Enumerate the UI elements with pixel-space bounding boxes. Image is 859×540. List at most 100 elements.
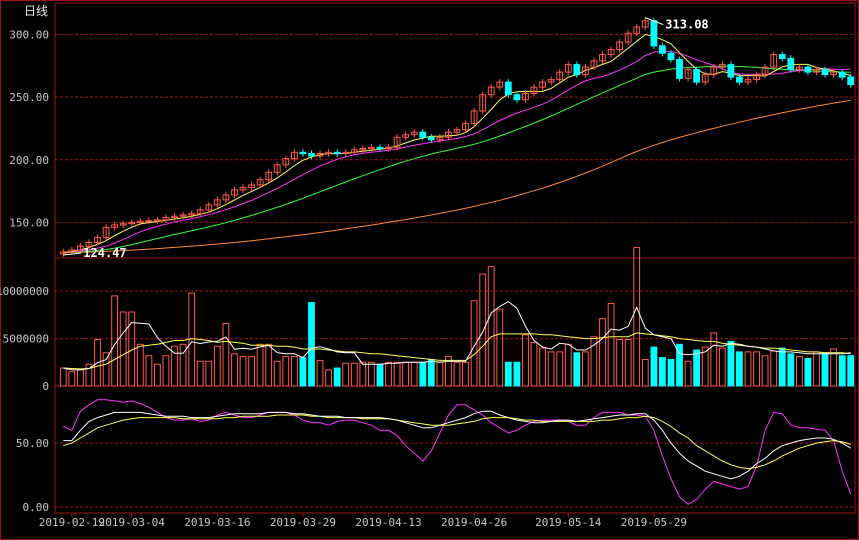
- volume-bar: [359, 361, 367, 387]
- volume-bar: [761, 355, 769, 387]
- volume-tick-label: 5000000: [3, 333, 49, 346]
- y-axis-ticks: 300.00 250.00 200.00 150.00 10000000 5000000 0…: [0, 29, 49, 514]
- volume-bar: [265, 343, 273, 387]
- candle-body: [838, 71, 846, 78]
- volume-bar: [154, 363, 161, 387]
- stock-chart[interactable]: 300.00 250.00 200.00 150.00 10000000 5000000 0…: [0, 0, 859, 540]
- volume-bar: [427, 359, 435, 387]
- volume-bar: [838, 355, 846, 387]
- volume-bar: [787, 353, 795, 387]
- volume-tick-label: 0: [42, 380, 49, 393]
- chart-title: 日线: [24, 4, 48, 18]
- volume-bar: [385, 361, 392, 387]
- volume-bar: [325, 369, 333, 387]
- volume-bars[interactable]: [59, 247, 855, 387]
- candle-body: [154, 219, 161, 222]
- x-tick-label: 2019-03-16: [184, 516, 250, 529]
- candle-body: [736, 76, 743, 83]
- volume-bar: [770, 350, 778, 387]
- volume-bar: [564, 343, 572, 387]
- volume-bar: [701, 346, 709, 387]
- panel-frames: [0, 0, 859, 540]
- grid-lines: [55, 34, 855, 508]
- volume-bar: [205, 360, 213, 387]
- outer-border: [0, 0, 859, 540]
- candle-body: [821, 69, 829, 76]
- volume-bar: [496, 308, 504, 387]
- chart-stage: 300.00 250.00 200.00 150.00 10000000 5000000 0…: [0, 0, 859, 540]
- volume-bar: [667, 359, 675, 387]
- volume-bar: [504, 361, 512, 387]
- candle-body: [299, 151, 307, 155]
- max-price-label: 313.08: [665, 18, 708, 32]
- volume-bar: [410, 361, 418, 387]
- volume-bar: [196, 360, 204, 387]
- candle-body: [804, 66, 812, 73]
- volume-bar: [633, 247, 641, 387]
- volume-bar: [462, 361, 469, 387]
- volume-bar: [693, 349, 701, 387]
- volume-bar: [582, 351, 589, 387]
- volume-bar: [641, 359, 649, 387]
- x-axis-ticks: 2019-02-192019-03-04 2019-03-16 2019-03-29…: [39, 513, 687, 529]
- min-price-label: 124.47: [83, 246, 126, 260]
- volume-bar: [316, 359, 324, 387]
- volume-bar: [393, 361, 401, 387]
- volume-bar: [419, 361, 427, 387]
- volume-bar: [342, 362, 350, 387]
- volume-bar: [718, 347, 726, 387]
- indicator-tick-label: 0.00: [23, 501, 50, 514]
- volume-bar: [213, 345, 221, 387]
- volume-bar: [77, 369, 84, 387]
- x-tick-label: 2019-04-26: [441, 516, 507, 529]
- volume-tick-label: 10000000: [0, 285, 49, 298]
- volume-bar: [376, 363, 384, 387]
- volume-bar: [804, 358, 812, 387]
- candle-body: [693, 69, 701, 83]
- candle-body: [513, 94, 521, 101]
- volume-bar: [513, 361, 521, 387]
- candle-body: [427, 136, 435, 141]
- volume-bar: [162, 355, 170, 387]
- indicator-line-yellow: [63, 414, 851, 470]
- volume-bar: [239, 356, 247, 387]
- candle-body: [650, 20, 658, 47]
- volume-bar: [684, 360, 692, 387]
- volume-bar: [256, 343, 264, 387]
- volume-bar: [402, 361, 410, 387]
- candle-body: [573, 64, 581, 76]
- price-tick-label: 250.00: [9, 91, 49, 104]
- price-annotations: 313.08 124.47: [63, 17, 709, 260]
- x-tick-label: 2019-03-29: [270, 516, 336, 529]
- indicator-line-magenta: [63, 399, 852, 506]
- volume-bar: [599, 318, 606, 387]
- candle-body: [787, 57, 795, 71]
- x-tick-label: 2019-04-13: [355, 516, 421, 529]
- candle-body: [419, 131, 427, 138]
- volume-bar: [744, 351, 752, 387]
- volume-bar: [350, 362, 358, 387]
- candle-body: [145, 220, 153, 223]
- volume-bar: [222, 322, 230, 387]
- candle-body: [667, 52, 675, 61]
- volume-bar: [299, 357, 307, 387]
- candle-body: [847, 76, 855, 86]
- volume-bar: [59, 367, 67, 387]
- volume-bar: [145, 355, 153, 387]
- volume-bar: [273, 360, 281, 387]
- volume-bar: [522, 334, 529, 387]
- candle-body: [308, 153, 315, 157]
- volume-bar: [830, 348, 838, 387]
- price-tick-label: 150.00: [9, 216, 49, 229]
- panel-frame-1: [54, 257, 856, 387]
- volume-bar: [333, 367, 341, 387]
- price-tick-label: 300.00: [9, 29, 49, 42]
- volume-bar: [573, 352, 581, 387]
- x-tick-label: 2019-05-14: [535, 516, 602, 529]
- candle-body: [504, 81, 512, 96]
- candle-body: [659, 45, 666, 54]
- volume-bar: [813, 351, 820, 387]
- volume-bar: [368, 361, 375, 387]
- volume-bar: [650, 346, 658, 387]
- volume-bar: [231, 353, 238, 387]
